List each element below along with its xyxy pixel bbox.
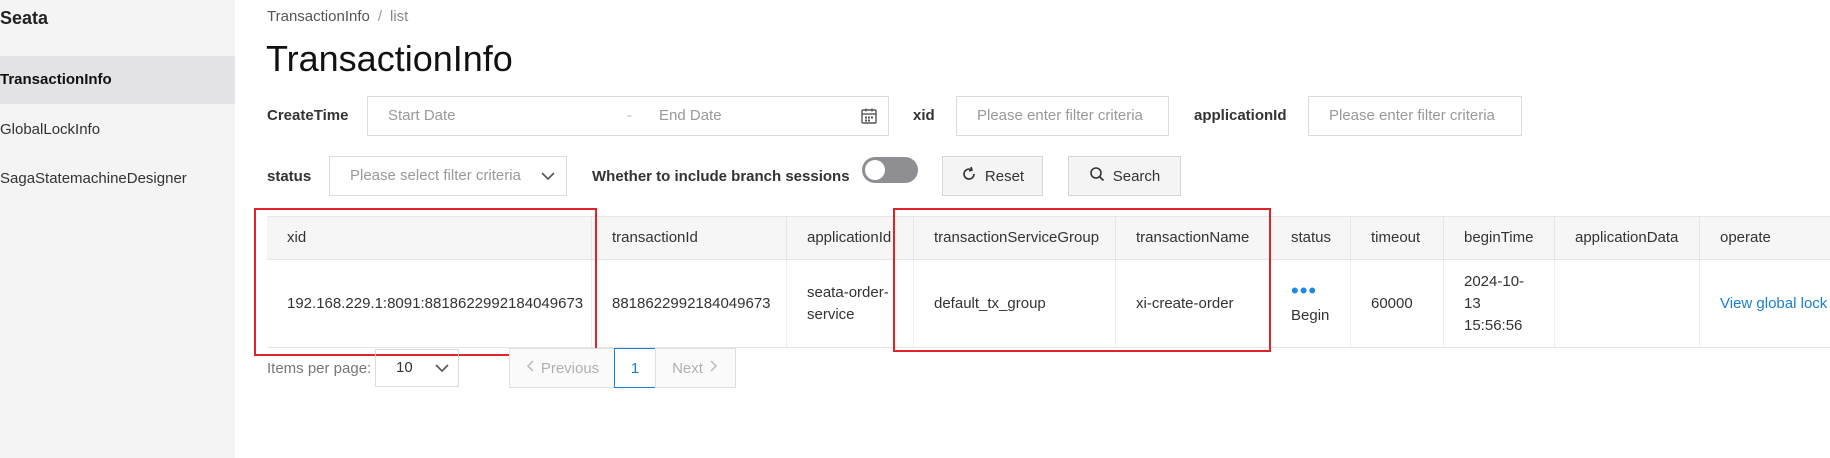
chevron-right-icon	[709, 359, 719, 377]
cell-operate: View global lock	[1700, 260, 1830, 347]
page-title: TransactionInfo	[266, 38, 513, 79]
cell-transactionid-value: 8818622992184049673	[612, 294, 771, 312]
begintime-line1: 2024-10-	[1464, 272, 1525, 290]
applicationid-input[interactable]: Please enter filter criteria	[1308, 96, 1522, 136]
sidebar-item-transactioninfo[interactable]: TransactionInfo	[0, 56, 235, 104]
calendar-icon[interactable]	[860, 107, 878, 129]
chevron-down-icon	[540, 169, 556, 187]
cell-timeout: 60000	[1351, 260, 1444, 347]
page-size-select[interactable]: 10	[375, 349, 459, 387]
status-label: status	[267, 168, 312, 185]
cell-applicationdata	[1555, 260, 1700, 347]
cell-transactionservicegroup: default_tx_group	[914, 260, 1116, 347]
date-range-picker[interactable]: Start Date - End Date	[367, 96, 889, 136]
cell-transactionservicegroup-value: default_tx_group	[934, 294, 1046, 312]
next-page-button[interactable]: Next	[655, 348, 736, 388]
reset-icon	[961, 166, 977, 186]
brand-logo: Seata	[0, 8, 49, 28]
cell-applicationid-line1: seata-order-	[807, 283, 889, 301]
search-button[interactable]: Search	[1068, 156, 1181, 196]
next-label: Next	[672, 359, 703, 377]
column-header-status: status	[1271, 217, 1351, 259]
begintime-line3: 15:56:56	[1464, 316, 1523, 334]
cell-xid: 192.168.229.1:8091:8818622992184049673	[267, 260, 592, 347]
cell-transactionname: xi-create-order	[1116, 260, 1271, 347]
cell-xid-value: 192.168.229.1:8091:8818622992184049673	[287, 294, 584, 312]
sidebar: Seata TransactionInfo GlobalLockInfo Sag…	[0, 0, 235, 458]
view-global-lock-link[interactable]: View global lock	[1720, 293, 1827, 315]
cell-applicationid-value: seata-order-service	[807, 282, 889, 326]
column-header-applicationdata: applicationData	[1555, 217, 1700, 259]
column-header-operate: operate	[1720, 229, 1771, 246]
column-header-transactionid: transactionId	[592, 217, 787, 259]
applicationid-input-placeholder: Please enter filter criteria	[1329, 107, 1495, 124]
cell-transactionid: 8818622992184049673	[592, 260, 787, 347]
reset-button-label: Reset	[984, 167, 1025, 185]
cell-status-value: ••• Begin	[1291, 280, 1329, 327]
column-header-begintime: beginTime	[1444, 217, 1555, 259]
xid-input-placeholder: Please enter filter criteria	[977, 107, 1143, 124]
previous-label: Previous	[540, 359, 600, 377]
begintime-line2: 13	[1464, 294, 1481, 312]
cell-transactionname-value: xi-create-order	[1136, 294, 1234, 312]
toggle-knob	[865, 160, 885, 180]
cell-begintime-value: 2024-10- 13 15:56:56	[1464, 271, 1524, 337]
table-row: 192.168.229.1:8091:8818622992184049673 8…	[267, 260, 1830, 348]
breadcrumb-separator: /	[377, 8, 383, 25]
column-header-applicationid: applicationId	[787, 217, 914, 259]
xid-label: xid	[913, 107, 935, 124]
breadcrumb-parent[interactable]: TransactionInfo	[267, 8, 370, 25]
branch-sessions-toggle[interactable]	[862, 157, 918, 183]
cell-applicationid-line2: service	[807, 305, 855, 323]
cell-status: ••• Begin	[1271, 260, 1351, 347]
previous-page-button[interactable]: Previous	[509, 348, 615, 388]
chevron-left-icon	[525, 359, 535, 377]
items-per-page-label: Items per page:	[267, 360, 372, 377]
column-header-timeout: timeout	[1351, 217, 1444, 259]
sidebar-item-sagastatemachinedesigner[interactable]: SagaStatemachineDesigner	[0, 155, 235, 203]
createtime-label: CreateTime	[267, 107, 349, 124]
status-loading-icon: •••	[1291, 278, 1318, 303]
chevron-down-icon	[434, 361, 450, 380]
breadcrumb-current: list	[390, 8, 409, 25]
sidebar-item-globallockinfo[interactable]: GlobalLockInfo	[0, 106, 235, 154]
breadcrumb: TransactionInfo / list	[267, 8, 408, 25]
table-header: xid transactionId applicationId transact…	[267, 216, 1830, 260]
column-header-transactionservicegroup: transactionServiceGroup	[914, 217, 1116, 259]
start-date-input[interactable]: Start Date	[388, 97, 456, 135]
status-select[interactable]: Please select filter criteria	[329, 156, 567, 196]
applicationid-label: applicationId	[1194, 107, 1287, 124]
page-size-value: 10	[396, 359, 413, 376]
date-range-separator: -	[627, 107, 632, 124]
cell-timeout-value: 60000	[1371, 294, 1413, 312]
search-button-label: Search	[1112, 167, 1161, 185]
status-select-placeholder: Please select filter criteria	[350, 167, 521, 184]
column-header-xid: xid	[267, 217, 592, 259]
page-1-button[interactable]: 1	[614, 348, 656, 388]
xid-input[interactable]: Please enter filter criteria	[956, 96, 1169, 136]
reset-button[interactable]: Reset	[942, 156, 1043, 196]
search-icon	[1089, 166, 1105, 186]
status-text: Begin	[1291, 307, 1330, 324]
end-date-input[interactable]: End Date	[659, 97, 722, 135]
cell-applicationid: seata-order-service	[787, 260, 914, 347]
column-header-transactionname: transactionName	[1116, 217, 1271, 259]
cell-begintime: 2024-10- 13 15:56:56	[1444, 260, 1555, 347]
branch-sessions-label: Whether to include branch sessions	[592, 168, 850, 185]
